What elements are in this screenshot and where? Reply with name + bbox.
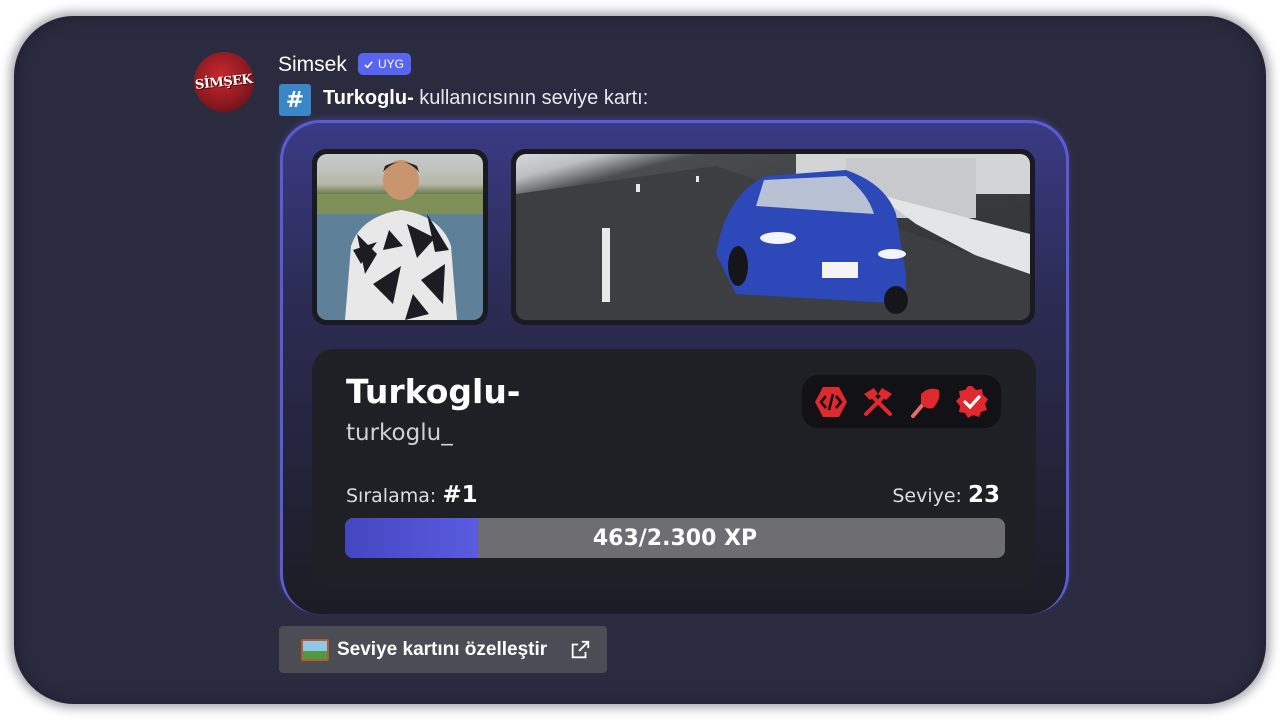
- xp-progress-bar: 463/2.300 XP: [345, 518, 1005, 558]
- moderator-hammer-icon[interactable]: [859, 383, 897, 421]
- app-badge: UYG: [358, 53, 412, 75]
- check-icon: [364, 60, 373, 68]
- author-avatar[interactable]: SİMŞEK: [194, 52, 254, 112]
- app-badge-label: UYG: [378, 57, 405, 71]
- message-body: kullanıcısının seviye kartı:: [419, 87, 649, 109]
- author-name[interactable]: Simsek: [278, 53, 347, 77]
- avatar-logo-text: SİMŞEK: [194, 71, 254, 93]
- customize-label: Seviye kartını özelleştir: [337, 638, 548, 660]
- level-value: 23: [967, 482, 1000, 508]
- picture-icon: [301, 638, 329, 661]
- target-user-name: Turkoglu-: [323, 87, 414, 109]
- customize-level-card-button[interactable]: Seviye kartını özelleştir: [279, 626, 607, 673]
- external-link-icon: [571, 640, 590, 658]
- username: turkoglu_: [346, 420, 453, 446]
- rank-value: #1: [442, 482, 478, 508]
- car-banner-image: [516, 154, 1030, 320]
- rank-label: Sıralama:: [346, 485, 437, 507]
- person-photo-image: [317, 160, 483, 320]
- xp-text: 463/2.300 XP: [592, 525, 758, 551]
- level-label: Seviye:: [892, 485, 962, 507]
- user-photo: [312, 149, 488, 325]
- developer-badge-icon[interactable]: [812, 383, 850, 421]
- level-row: Seviye: 23: [892, 482, 1000, 508]
- message-text: Turkoglu- kullanıcısının seviye kartı:: [323, 87, 648, 110]
- profile-banner: [511, 149, 1035, 325]
- rank-row: Sıralama: #1: [346, 482, 478, 508]
- staff-pickaxe-icon[interactable]: [906, 383, 944, 421]
- hashtag-icon: #: [279, 84, 311, 116]
- badge-list: [802, 375, 1001, 428]
- verified-check-icon[interactable]: [953, 383, 991, 421]
- display-name: Turkoglu-: [346, 372, 521, 411]
